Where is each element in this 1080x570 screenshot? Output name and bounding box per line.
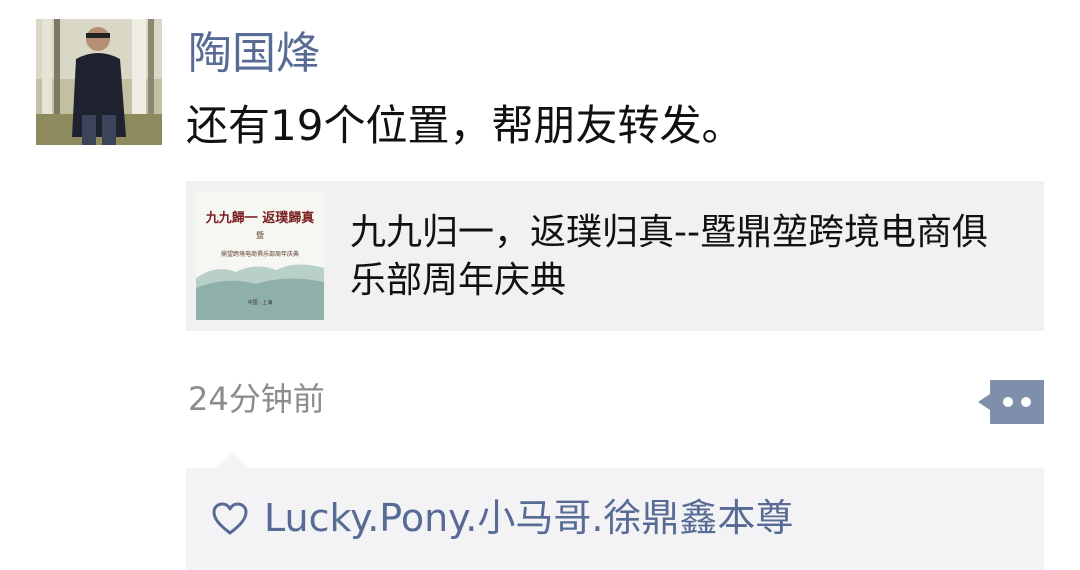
thumbnail-headline: 九九歸一 返璞歸真: [205, 210, 315, 226]
author-name[interactable]: 陶国烽: [188, 26, 320, 82]
shared-link-card[interactable]: 九九歸一 返璞歸真 暨 鼎望跨境电商俱乐部周年庆典 中国 · 上海 九九归一，返…: [186, 181, 1044, 331]
user-avatar-photo: [36, 19, 162, 145]
post-timestamp: 24分钟前: [188, 380, 325, 418]
thumbnail-sub2: 鼎望跨境电商俱乐部周年庆典: [221, 250, 299, 258]
likes-panel-pointer: [217, 452, 249, 468]
link-thumbnail: 九九歸一 返璞歸真 暨 鼎望跨境电商俱乐部周年庆典 中国 · 上海: [196, 192, 324, 320]
likes-names[interactable]: Lucky.Pony.小马哥.徐鼎鑫本尊: [264, 492, 793, 544]
thumbnail-sub1: 暨: [256, 231, 264, 240]
post-text: 还有19个位置，帮朋友转发。: [186, 101, 744, 150]
thumbnail-location: 中国 · 上海: [248, 299, 273, 306]
more-dots-icon: [978, 380, 1044, 424]
avatar[interactable]: [36, 19, 162, 145]
more-actions-button[interactable]: [978, 380, 1044, 424]
likes-panel: Lucky.Pony.小马哥.徐鼎鑫本尊: [186, 468, 1044, 570]
heart-outline-icon: [212, 502, 248, 536]
link-title[interactable]: 九九归一，返璞归真--暨鼎堃跨境电商俱乐部周年庆典: [350, 209, 1020, 305]
